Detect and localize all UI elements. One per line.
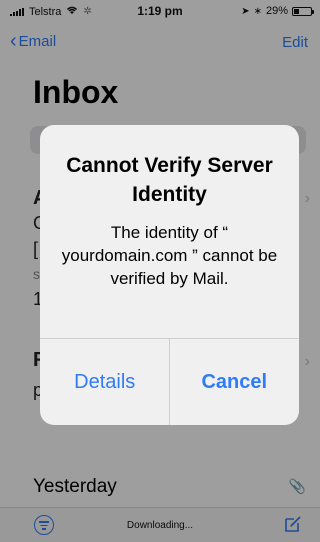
alert-actions: Details Cancel [40,338,299,425]
alert-message: The identity of “ yourdomain.com ” canno… [61,223,278,288]
cancel-button[interactable]: Cancel [168,339,300,425]
alert-dialog: Cannot Verify Server Identity The identi… [40,125,299,425]
alert-title: Cannot Verify Server Identity [66,154,273,206]
details-button[interactable]: Details [40,339,170,425]
